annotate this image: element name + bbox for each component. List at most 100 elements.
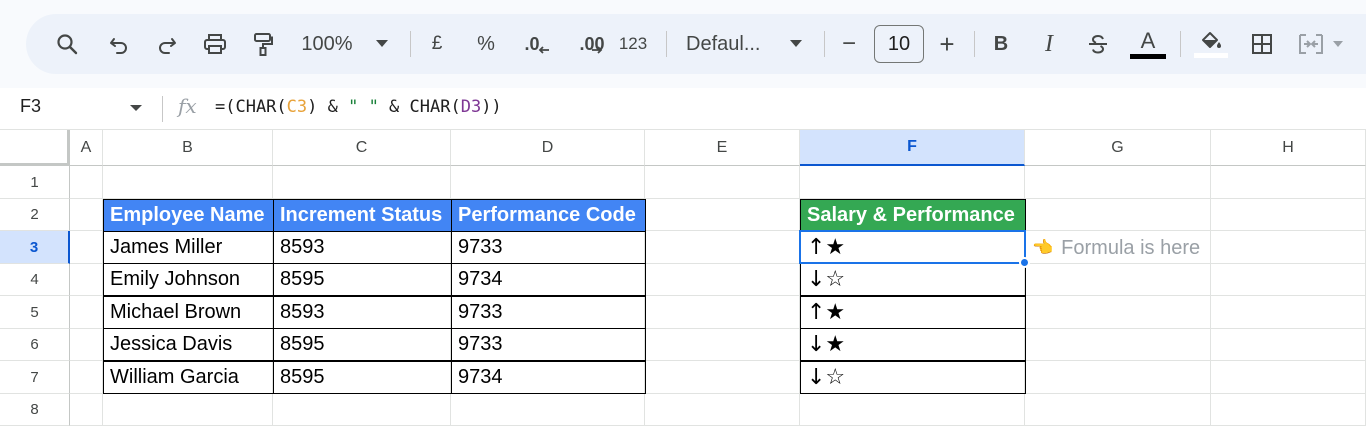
grid-cell[interactable] [800,166,1025,199]
search-icon[interactable] [52,14,82,74]
grid-cell[interactable] [1211,166,1366,199]
table-cell[interactable]: James Miller [103,231,274,264]
zoom-select[interactable]: 100% [296,14,358,74]
grid-cell[interactable] [1025,199,1211,231]
decrease-font-size-button[interactable]: − [838,14,860,74]
percent-format-button[interactable]: % [474,14,498,74]
grid-cell[interactable] [103,166,273,199]
formula-input[interactable]: =(CHAR(C3) & " " & CHAR(D3)) [215,97,502,117]
grid-cell[interactable] [70,296,103,329]
table-header-performance-code[interactable]: Performance Code [451,199,646,232]
table-cell[interactable]: 9733 [451,231,646,264]
result-cell[interactable]: ↑★ [800,296,1026,329]
merge-cells-icon[interactable] [1296,14,1326,74]
strikethrough-icon[interactable] [1084,14,1112,74]
result-cell[interactable]: ↑★ [800,231,1026,264]
number-format-button[interactable]: 123 [616,14,650,74]
chevron-down-icon[interactable] [786,14,806,74]
table-header-increment-status[interactable]: Increment Status [273,199,452,232]
font-size-input[interactable]: 10 [874,25,924,63]
grid-cell[interactable] [645,329,800,361]
grid-cell[interactable] [70,166,103,199]
fill-handle[interactable] [1019,257,1030,268]
decrease-decimal-button[interactable]: .0 [520,14,554,74]
font-select[interactable]: Defaul... [686,14,772,74]
grid-cell[interactable] [451,394,645,426]
result-cell[interactable]: ↓★ [800,328,1026,361]
grid-cell[interactable] [1211,231,1366,264]
chevron-down-icon[interactable] [372,14,392,74]
fill-color-icon[interactable] [1194,14,1228,74]
grid-cell[interactable] [645,199,800,231]
print-icon[interactable] [199,14,231,74]
undo-icon[interactable] [104,14,134,74]
grid-cell[interactable] [103,394,273,426]
name-box[interactable]: F3 [20,96,41,117]
result-cell[interactable]: ↓☆ [800,263,1026,296]
table-cell[interactable]: Michael Brown [103,296,274,329]
grid-cell[interactable] [1025,296,1211,329]
grid-cell[interactable] [273,394,451,426]
row-header-8[interactable]: 8 [0,394,70,426]
table-cell[interactable]: 9733 [451,328,646,361]
grid-cell[interactable] [800,394,1025,426]
grid-cell[interactable] [1025,166,1211,199]
grid-cell[interactable] [70,394,103,426]
table-header-salary-performance[interactable]: Salary & Performance [800,199,1026,232]
grid-cell[interactable] [70,329,103,361]
row-header-6[interactable]: 6 [0,329,70,361]
grid-cell[interactable] [1211,329,1366,361]
column-header-f[interactable]: F [800,130,1025,166]
row-header-5[interactable]: 5 [0,296,70,329]
grid-cell[interactable] [1211,264,1366,296]
table-cell[interactable]: Emily Johnson [103,263,274,296]
increase-decimal-button[interactable]: .00 [568,14,614,74]
row-header-3[interactable]: 3 [0,231,70,264]
column-header-a[interactable]: A [70,130,103,166]
column-header-d[interactable]: D [451,130,645,166]
table-cell[interactable]: 9734 [451,263,646,296]
increase-font-size-button[interactable]: + [936,14,958,74]
chevron-down-icon[interactable] [1330,14,1346,74]
redo-icon[interactable] [152,14,182,74]
table-cell[interactable]: 9733 [451,296,646,329]
table-cell[interactable]: 9734 [451,361,646,394]
chevron-down-icon[interactable] [130,105,142,111]
grid-cell[interactable] [70,264,103,296]
grid-cell[interactable] [645,361,800,394]
grid-cell[interactable] [1025,329,1211,361]
grid-cell[interactable] [273,166,451,199]
grid-cell[interactable] [1025,361,1211,394]
borders-icon[interactable] [1248,14,1276,74]
grid-cell[interactable] [1211,394,1366,426]
italic-button[interactable]: I [1038,14,1060,74]
grid-cell[interactable] [645,231,800,264]
grid-cell[interactable] [645,296,800,329]
grid-cell[interactable] [451,166,645,199]
text-color-button[interactable]: A [1130,14,1166,74]
row-header-7[interactable]: 7 [0,361,70,394]
result-cell[interactable]: ↓☆ [800,361,1026,394]
table-cell[interactable]: 8595 [273,328,452,361]
row-header-2[interactable]: 2 [0,199,70,231]
column-header-h[interactable]: H [1211,130,1366,166]
row-header-4[interactable]: 4 [0,264,70,296]
bold-button[interactable]: B [990,14,1012,74]
select-all-corner[interactable] [0,130,70,166]
grid-cell[interactable] [1211,199,1366,231]
grid-cell[interactable] [645,264,800,296]
grid-cell[interactable] [645,166,800,199]
grid-cell[interactable] [70,199,103,231]
grid-cell[interactable] [1025,394,1211,426]
row-header-1[interactable]: 1 [0,166,70,199]
table-header-employee-name[interactable]: Employee Name [103,199,274,232]
grid-cell[interactable] [70,361,103,394]
grid-cell[interactable] [1211,296,1366,329]
grid-cell[interactable] [645,394,800,426]
table-cell[interactable]: Jessica Davis [103,328,274,361]
column-header-b[interactable]: B [103,130,273,166]
grid-cell[interactable] [1211,361,1366,394]
table-cell[interactable]: 8595 [273,263,452,296]
table-cell[interactable]: William Garcia [103,361,274,394]
column-header-c[interactable]: C [273,130,451,166]
